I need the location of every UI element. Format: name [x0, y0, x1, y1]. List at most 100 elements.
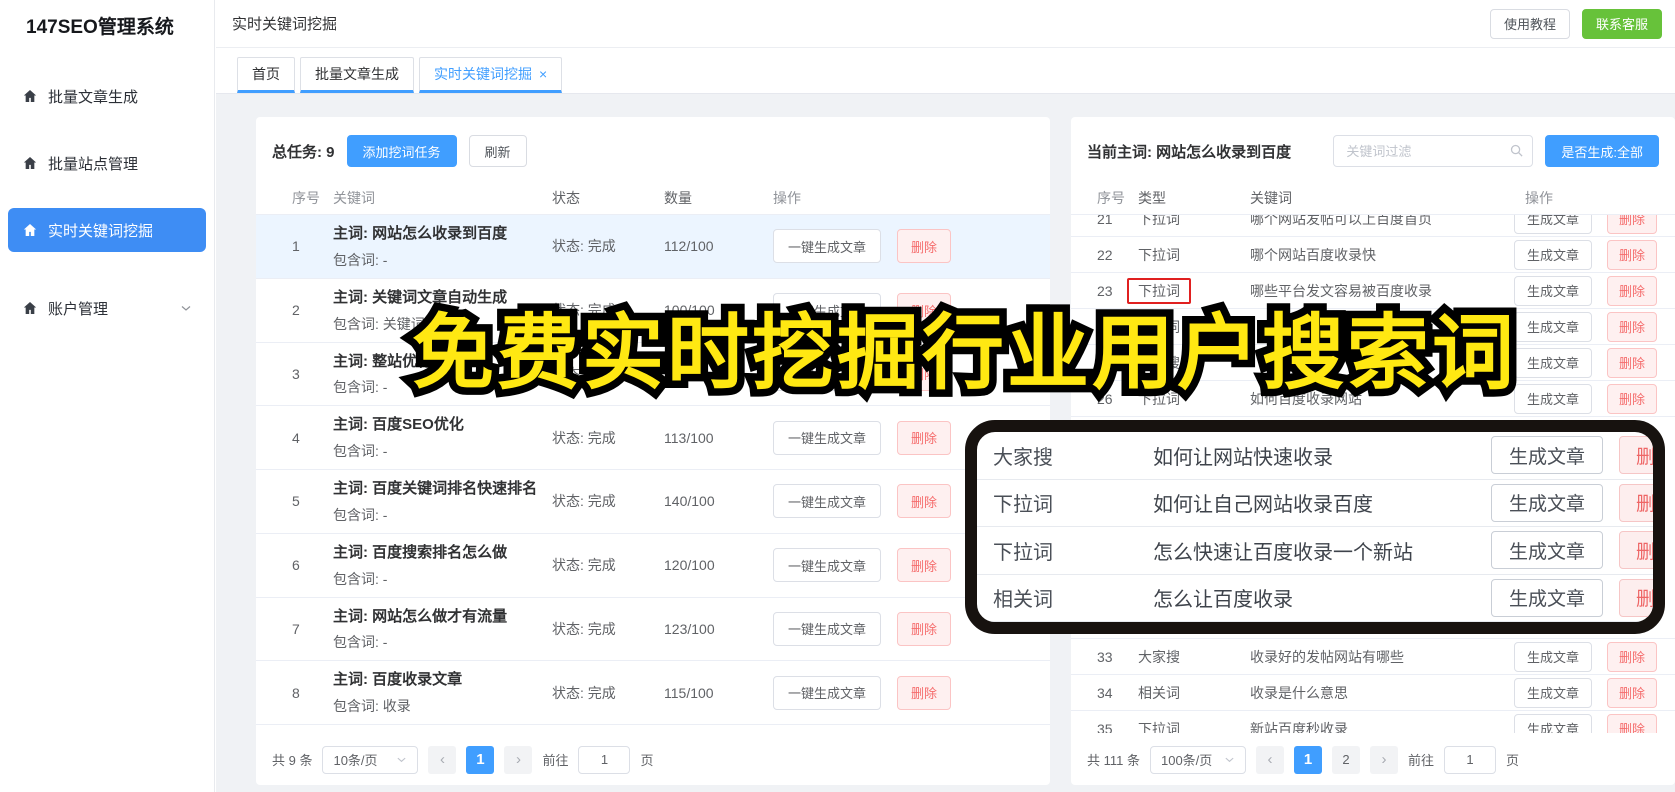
- delete-button[interactable]: 删除: [1606, 383, 1657, 414]
- home-icon: [22, 155, 38, 171]
- generate-article-button[interactable]: 生成文章: [1491, 531, 1603, 570]
- generate-article-button[interactable]: 生成文章: [1491, 483, 1603, 522]
- prev-page-button[interactable]: ‹: [1255, 745, 1284, 774]
- table-row[interactable]: 26 下拉词 如何百度收录网站 生成文章 删除: [1071, 381, 1675, 417]
- keyword-pagination: 共 111 条 100条/页 ‹ 1 2 › 前往 页: [1071, 733, 1675, 785]
- generate-article-button[interactable]: 生成文章: [1513, 275, 1592, 306]
- delete-button[interactable]: 删除: [897, 356, 952, 391]
- sidebar-item-site-management[interactable]: 批量站点管理: [8, 141, 206, 185]
- table-row[interactable]: 34 相关词 收录是什么意思 生成文章 删除: [1071, 675, 1675, 711]
- delete-button[interactable]: 删除: [1606, 275, 1657, 306]
- generate-article-button[interactable]: 一键生成文章: [773, 420, 882, 455]
- topbar-actions: 使用教程 联系客服: [1489, 8, 1662, 39]
- page-1-button[interactable]: 1: [466, 745, 495, 774]
- close-icon[interactable]: ×: [539, 66, 547, 82]
- next-page-button[interactable]: ›: [1369, 745, 1398, 774]
- page-size-select[interactable]: 100条/页: [1149, 745, 1246, 774]
- generate-article-button[interactable]: 一键生成文章: [773, 548, 882, 583]
- delete-button[interactable]: 删除: [1606, 347, 1657, 378]
- delete-button[interactable]: 删除: [897, 548, 952, 583]
- delete-button[interactable]: 删除: [1619, 436, 1653, 475]
- page-suffix: 页: [640, 753, 654, 768]
- task-status: 状态: 完成: [552, 302, 616, 319]
- column-keyword: 关键词: [1250, 189, 1292, 206]
- generate-article-button[interactable]: 生成文章: [1513, 383, 1592, 414]
- table-row[interactable]: 21 下拉词 哪个网站发帖可以上百度首页 生成文章 删除: [1071, 215, 1675, 237]
- keyword-type: 相关词: [1138, 683, 1250, 703]
- generate-article-button[interactable]: 生成文章: [1513, 641, 1592, 672]
- prev-page-button[interactable]: ‹: [428, 745, 457, 774]
- delete-button[interactable]: 删除: [897, 229, 952, 264]
- task-status: 状态: 完成: [552, 238, 616, 255]
- delete-button[interactable]: 删除: [1619, 483, 1653, 522]
- generate-article-button[interactable]: 生成文章: [1513, 677, 1592, 708]
- generate-article-button[interactable]: 一键生成文章: [773, 293, 882, 328]
- refresh-button[interactable]: 刷新: [468, 135, 527, 167]
- generate-article-button[interactable]: 生成文章: [1513, 713, 1592, 733]
- page-1-button[interactable]: 1: [1293, 745, 1322, 774]
- sidebar-item-keyword-mining[interactable]: 实时关键词挖掘: [8, 208, 206, 252]
- keyword-panel-header: 当前主词: 网站怎么收录到百度 是否生成:全部: [1071, 117, 1675, 181]
- goto-page-input[interactable]: [578, 745, 631, 774]
- generate-article-button[interactable]: 生成文章: [1513, 347, 1592, 378]
- table-row[interactable]: 5 主词: 百度关键词排名快速排名 包含词: - 状态: 完成 140/100 …: [256, 470, 1050, 534]
- search-icon: [1509, 143, 1524, 158]
- delete-button[interactable]: 删除: [897, 484, 952, 519]
- delete-button[interactable]: 删除: [1606, 239, 1657, 270]
- tab-home[interactable]: 首页: [237, 57, 295, 93]
- table-row[interactable]: 3 主词: 整站优化 包含词: - 状态: 完成 一键生成文章 删除: [256, 343, 1050, 407]
- generate-article-button[interactable]: 生成文章: [1513, 311, 1592, 342]
- column-count: 数量: [664, 189, 692, 206]
- table-row[interactable]: 6 主词: 百度搜索排名怎么做 包含词: - 状态: 完成 120/100 一键…: [256, 534, 1050, 598]
- delete-button[interactable]: 删除: [1606, 677, 1657, 708]
- page-2-button[interactable]: 2: [1331, 745, 1360, 774]
- generate-article-button[interactable]: 一键生成文章: [773, 229, 882, 264]
- table-row[interactable]: 35 下拉词 新站百度秒收录 生成文章 删除: [1071, 711, 1675, 733]
- generate-filter-button[interactable]: 是否生成:全部: [1545, 135, 1659, 167]
- tab-article-generation[interactable]: 批量文章生成: [300, 57, 414, 93]
- table-row[interactable]: 4 主词: 百度SEO优化 包含词: - 状态: 完成 113/100 一键生成…: [256, 406, 1050, 470]
- table-row[interactable]: 8 主词: 百度收录文章 包含词: 收录 状态: 完成 115/100 一键生成…: [256, 661, 1050, 725]
- table-row[interactable]: 2 主词: 关键词文章自动生成 包含词: 关键词生成 状态: 完成 100/10…: [256, 279, 1050, 343]
- sidebar-item-label: 批量站点管理: [48, 155, 139, 173]
- next-page-button[interactable]: ›: [504, 745, 533, 774]
- delete-button[interactable]: 删除: [897, 611, 952, 646]
- goto-page-input[interactable]: [1444, 745, 1496, 774]
- sidebar-item-account[interactable]: 账户管理: [8, 286, 206, 330]
- keyword-filter-input[interactable]: [1333, 135, 1534, 167]
- generate-article-button[interactable]: 生成文章: [1513, 215, 1592, 234]
- delete-button[interactable]: 删除: [1606, 641, 1657, 672]
- add-mining-task-button[interactable]: 添加挖词任务: [346, 135, 457, 167]
- page-size-select[interactable]: 10条/页: [322, 745, 419, 774]
- column-action: 操作: [773, 189, 801, 206]
- table-row[interactable]: 24 下拉词 生成文章 删除: [1071, 309, 1675, 345]
- delete-button[interactable]: 删除: [897, 675, 952, 710]
- sidebar-item-article-generation[interactable]: 批量文章生成: [8, 74, 206, 118]
- delete-button[interactable]: 删除: [1619, 578, 1653, 617]
- table-row[interactable]: 23 下拉词 哪些平台发文容易被百度收录 生成文章 删除: [1071, 273, 1675, 309]
- generate-article-button[interactable]: 一键生成文章: [773, 356, 882, 391]
- generate-article-button[interactable]: 一键生成文章: [773, 611, 882, 646]
- tutorial-button[interactable]: 使用教程: [1489, 8, 1570, 39]
- tab-keyword-mining[interactable]: 实时关键词挖掘 ×: [419, 57, 563, 93]
- delete-button[interactable]: 删除: [1606, 713, 1657, 733]
- generate-article-button[interactable]: 一键生成文章: [773, 484, 882, 519]
- generate-article-button[interactable]: 生成文章: [1491, 436, 1603, 475]
- delete-button[interactable]: 删除: [1606, 311, 1657, 342]
- delete-button[interactable]: 删除: [897, 420, 952, 455]
- chevron-down-icon: [1224, 754, 1235, 765]
- delete-button[interactable]: 删除: [1619, 531, 1653, 570]
- delete-button[interactable]: 删除: [1606, 215, 1657, 234]
- table-row[interactable]: 33 大家搜 收录好的发帖网站有哪些 生成文章 删除: [1071, 639, 1675, 675]
- table-row[interactable]: 25 大家搜 生成文章 删除: [1071, 345, 1675, 381]
- table-row[interactable]: 7 主词: 网站怎么做才有流量 包含词: - 状态: 完成 123/100 一键…: [256, 598, 1050, 662]
- task-table-body: 1 主词: 网站怎么收录到百度 包含词: - 状态: 完成 112/100 一键…: [256, 215, 1050, 725]
- task-pagination: 共 9 条 10条/页 ‹ 1 › 前往 页: [256, 733, 1050, 785]
- contact-support-button[interactable]: 联系客服: [1581, 8, 1662, 39]
- table-row[interactable]: 22 下拉词 哪个网站百度收录快 生成文章 删除: [1071, 237, 1675, 273]
- table-row[interactable]: 1 主词: 网站怎么收录到百度 包含词: - 状态: 完成 112/100 一键…: [256, 215, 1050, 279]
- generate-article-button[interactable]: 生成文章: [1513, 239, 1592, 270]
- generate-article-button[interactable]: 一键生成文章: [773, 675, 882, 710]
- delete-button[interactable]: 删除: [897, 293, 952, 328]
- generate-article-button[interactable]: 生成文章: [1491, 578, 1603, 617]
